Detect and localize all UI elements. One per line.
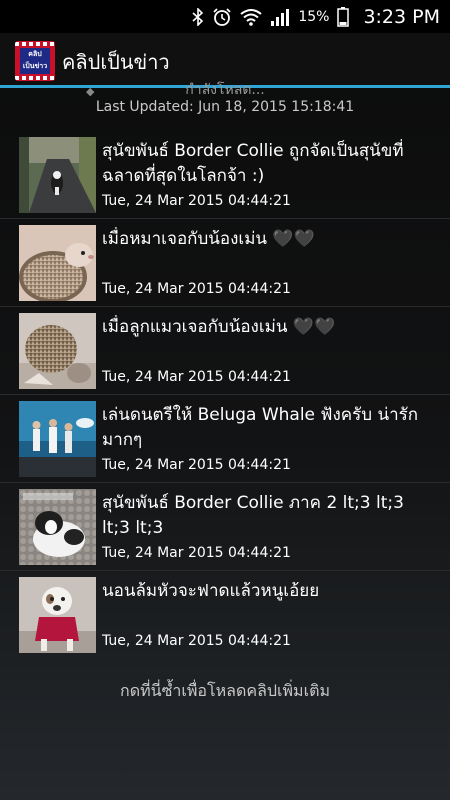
refresh-status-text: กำลังโหลด... bbox=[185, 82, 265, 98]
load-more-button[interactable]: กดที่นี่ซ้ำเพื่อโหลดคลิปเพิ่มเติม bbox=[0, 679, 450, 704]
clip-date: Tue, 24 Mar 2015 04:44:21 bbox=[102, 545, 291, 561]
alarm-icon bbox=[212, 7, 232, 27]
clip-title: เมื่อลูกแมวเจอกับน้องเม่น 🖤🖤 bbox=[102, 317, 336, 337]
bluetooth-icon bbox=[192, 7, 204, 27]
battery-icon bbox=[337, 6, 350, 27]
list-item[interactable]: นอนล้มหัวจะฟาดแล้วหนูเอ้ยย Tue, 24 Mar 2… bbox=[0, 571, 450, 659]
logo-text-line-1: คลิป bbox=[28, 50, 42, 58]
thumbnail-border-collie-2 bbox=[19, 489, 96, 565]
logo-panel: คลิป เป็นข่าว bbox=[20, 48, 50, 74]
clip-date: Tue, 24 Mar 2015 04:44:21 bbox=[102, 193, 291, 209]
clip-date: Tue, 24 Mar 2015 04:44:21 bbox=[102, 457, 291, 473]
wifi-icon bbox=[240, 7, 262, 27]
thumbnail-dog-red-sweater bbox=[19, 577, 96, 653]
status-icons: 15% 3:23 PM bbox=[192, 0, 440, 33]
clip-title: สุนัขพันธ์ Border Collie ภาค 2 lt;3 lt;3… bbox=[102, 493, 404, 538]
list-item[interactable]: เมื่อลูกแมวเจอกับน้องเม่น 🖤🖤 Tue, 24 Mar… bbox=[0, 307, 450, 395]
film-strip-top bbox=[15, 42, 55, 46]
thumbnail-kitten-hedgehog bbox=[19, 313, 96, 389]
list-item[interactable]: สุนัขพันธ์ Border Collie ภาค 2 lt;3 lt;3… bbox=[0, 483, 450, 571]
clip-title: เล่นดนตรีให้ Beluga Whale ฟังครับ น่ารัก… bbox=[102, 405, 419, 450]
app-title: คลิปเป็นข่าว bbox=[62, 50, 170, 74]
list-item[interactable]: เมื่อหมาเจอกับน้องเม่น 🖤🖤 Tue, 24 Mar 20… bbox=[0, 219, 450, 307]
clip-title: สุนัขพันธ์ Border Collie ถูกจัดเป็นสุนัข… bbox=[102, 141, 404, 186]
battery-percent: 15% bbox=[298, 8, 330, 25]
clip-title: นอนล้มหัวจะฟาดแล้วหนูเอ้ยย bbox=[102, 581, 320, 601]
last-updated-text: Last Updated: Jun 18, 2015 15:18:41 bbox=[95, 99, 355, 115]
status-time: 3:23 PM bbox=[363, 5, 440, 28]
clip-date: Tue, 24 Mar 2015 04:44:21 bbox=[102, 281, 291, 297]
list-item[interactable]: สุนัขพันธ์ Border Collie ถูกจัดเป็นสุนัข… bbox=[0, 131, 450, 219]
app-screen: 15% 3:23 PM คลิป เป็นข่าว คลิปเป็นข่าว ก… bbox=[0, 0, 450, 800]
signal-icon bbox=[270, 7, 290, 27]
thumbnail-hedgehog bbox=[19, 225, 96, 301]
thumbnail-dog-on-path bbox=[19, 137, 96, 213]
clip-title: เมื่อหมาเจอกับน้องเม่น 🖤🖤 bbox=[102, 229, 315, 249]
app-logo[interactable]: คลิป เป็นข่าว bbox=[15, 41, 55, 81]
refresh-arrow-icon: ◆ bbox=[86, 85, 95, 98]
clip-date: Tue, 24 Mar 2015 04:44:21 bbox=[102, 369, 291, 385]
list-item[interactable]: เล่นดนตรีให้ Beluga Whale ฟังครับ น่ารัก… bbox=[0, 395, 450, 483]
clip-list: สุนัขพันธ์ Border Collie ถูกจัดเป็นสุนัข… bbox=[0, 131, 450, 659]
logo-text-line-2: เป็นข่าว bbox=[22, 62, 48, 70]
thumbnail-beluga-aquarium bbox=[19, 401, 96, 477]
status-bar: 15% 3:23 PM bbox=[0, 0, 450, 33]
clip-date: Tue, 24 Mar 2015 04:44:21 bbox=[102, 633, 291, 649]
pull-to-refresh-header: กำลังโหลด... ◆ Last Updated: Jun 18, 201… bbox=[0, 82, 450, 120]
